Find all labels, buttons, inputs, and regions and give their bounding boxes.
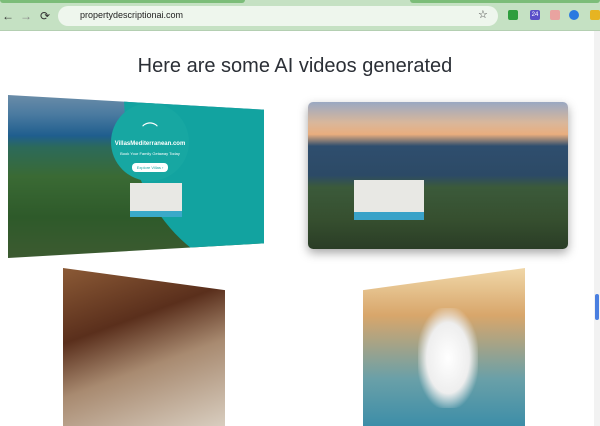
video-card-villas[interactable]: ⌒ VillasMediterranean.com Book Your Fami… [8, 95, 264, 258]
villa-image [354, 180, 424, 220]
explore-villas-button[interactable]: Explore Villas › [131, 163, 169, 172]
extension-icon[interactable] [508, 10, 518, 20]
brand-tagline: Book Your Family Getaway Today [120, 151, 180, 156]
video-card-pool-kids[interactable] [363, 268, 525, 426]
page-heading: Here are some AI videos generated [137, 55, 453, 77]
tab[interactable] [410, 0, 600, 3]
brand-name: VillasMediterranean.com [114, 141, 186, 147]
villa-logo-icon: ⌒ [141, 123, 158, 140]
video-card-coastal-villa[interactable] [308, 102, 568, 249]
url-text[interactable]: propertydescriptionai.com [80, 10, 183, 20]
extension-icon[interactable] [590, 10, 600, 20]
villa-image [130, 183, 182, 217]
scrollbar-thumb[interactable] [595, 294, 599, 320]
extension-badge-icon[interactable]: 24 [530, 10, 540, 20]
extension-icon[interactable] [569, 10, 579, 20]
tab[interactable] [0, 0, 245, 3]
scrollbar[interactable] [594, 31, 600, 426]
video-card-interior[interactable] [63, 268, 225, 426]
reload-button[interactable]: ⟳ [40, 9, 50, 23]
water-splash [418, 308, 478, 408]
forward-button[interactable]: → [20, 9, 32, 23]
brand-badge: ⌒ VillasMediterranean.com Book Your Fami… [111, 103, 189, 181]
extension-icon[interactable] [550, 10, 560, 20]
bookmark-star-icon[interactable]: ☆ [478, 8, 488, 21]
back-button[interactable]: ← [2, 9, 14, 23]
